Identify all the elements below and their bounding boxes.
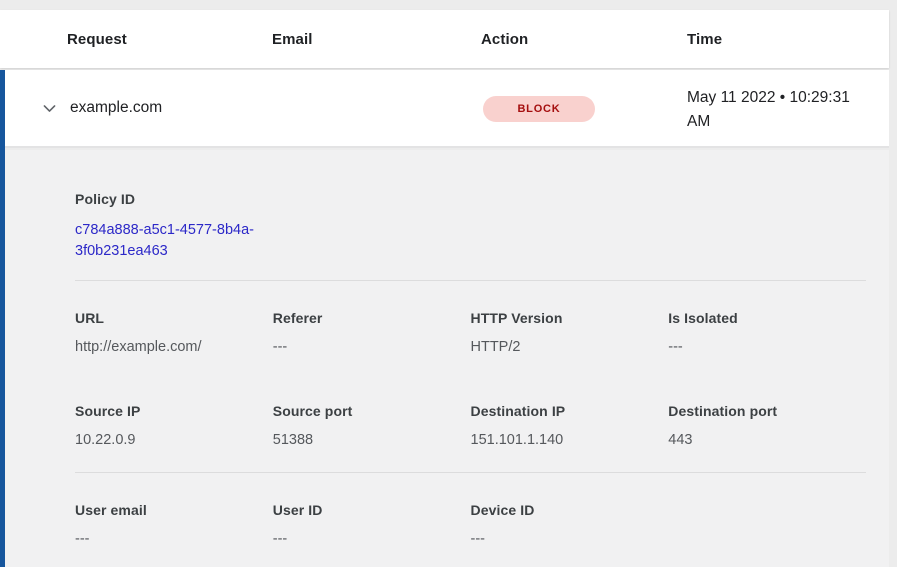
field-referer: Referer --- — [273, 310, 471, 355]
field-value: --- — [668, 339, 866, 355]
details-row-3: User email --- User ID --- Device ID --- — [75, 502, 866, 547]
field-label: Destination port — [668, 403, 866, 419]
column-header-request: Request — [67, 31, 272, 48]
table-header: Request Email Action Time — [0, 10, 889, 68]
gateway-log-viewer: Request Email Action Time example.com BL… — [0, 0, 897, 567]
field-user-id: User ID --- — [273, 502, 471, 547]
field-label: Referer — [273, 310, 471, 326]
details-row-2: Source IP 10.22.0.9 Source port 51388 De… — [75, 403, 866, 448]
field-user-email: User email --- — [75, 502, 273, 547]
collapse-row-button[interactable] — [38, 97, 60, 119]
policy-id-link[interactable]: c784a888-a5c1-4577-8b4a-3f0b231ea463 — [75, 220, 281, 262]
details-row-1: URL http://example.com/ Referer --- HTTP… — [75, 310, 866, 355]
field-label: URL — [75, 310, 273, 326]
field-empty — [668, 502, 866, 547]
field-label: User email — [75, 502, 273, 518]
field-value: --- — [273, 339, 471, 355]
field-device-id: Device ID --- — [471, 502, 669, 547]
divider — [75, 472, 866, 473]
column-header-time: Time — [687, 31, 889, 48]
field-label: HTTP Version — [471, 310, 669, 326]
row-request-value: example.com — [70, 99, 162, 117]
field-value: --- — [273, 531, 471, 547]
policy-id-label: Policy ID — [75, 191, 866, 207]
row-time-value: May 11 2022 • 10:29:31 AM — [687, 86, 865, 134]
policy-id-section: Policy ID c784a888-a5c1-4577-8b4a-3f0b23… — [75, 191, 866, 262]
field-value: 51388 — [273, 432, 471, 448]
field-label: Device ID — [471, 502, 669, 518]
status-badge: BLOCK — [483, 96, 595, 122]
chevron-down-icon — [41, 100, 58, 117]
field-value: HTTP/2 — [471, 339, 669, 355]
field-value: 10.22.0.9 — [75, 432, 273, 448]
field-source-port: Source port 51388 — [273, 403, 471, 448]
field-label: Source port — [273, 403, 471, 419]
field-http-version: HTTP Version HTTP/2 — [471, 310, 669, 355]
column-header-action: Action — [481, 31, 687, 48]
field-url: URL http://example.com/ — [75, 310, 273, 355]
field-value: 443 — [668, 432, 866, 448]
field-label: Destination IP — [471, 403, 669, 419]
field-value: 151.101.1.140 — [471, 432, 669, 448]
field-label: Is Isolated — [668, 310, 866, 326]
field-value: --- — [471, 531, 669, 547]
table-row[interactable]: example.com BLOCK May 11 2022 • 10:29:31… — [0, 70, 889, 148]
field-destination-port: Destination port 443 — [668, 403, 866, 448]
field-is-isolated: Is Isolated --- — [668, 310, 866, 355]
field-source-ip: Source IP 10.22.0.9 — [75, 403, 273, 448]
field-value: --- — [75, 531, 273, 547]
field-destination-ip: Destination IP 151.101.1.140 — [471, 403, 669, 448]
column-header-email: Email — [272, 31, 481, 48]
divider — [75, 280, 866, 281]
row-details-panel: Policy ID c784a888-a5c1-4577-8b4a-3f0b23… — [0, 150, 889, 567]
field-label: Source IP — [75, 403, 273, 419]
field-label: User ID — [273, 502, 471, 518]
selected-row-accent-bar — [0, 70, 5, 567]
field-value: http://example.com/ — [75, 339, 273, 355]
